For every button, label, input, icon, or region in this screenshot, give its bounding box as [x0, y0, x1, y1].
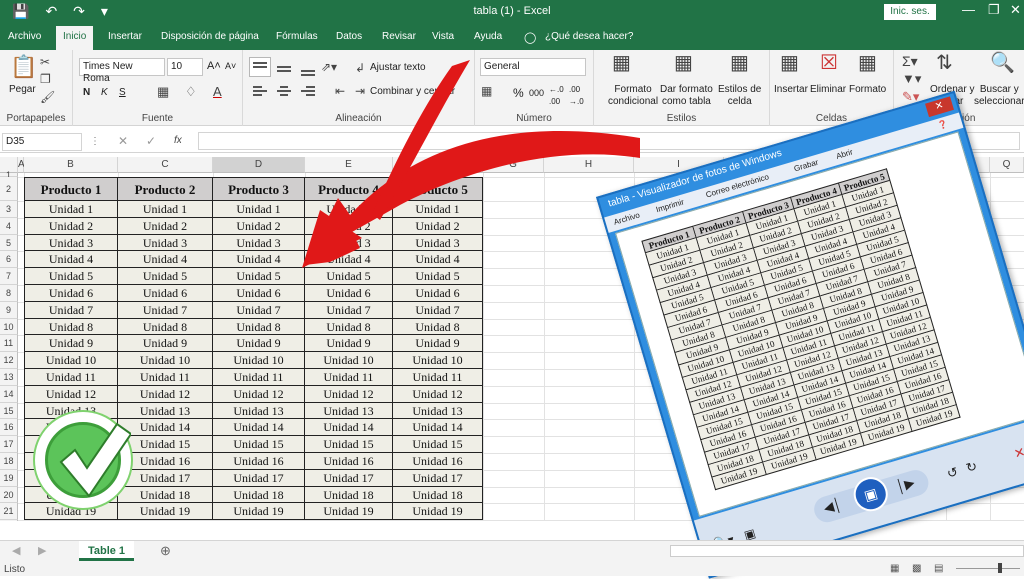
status-bar: ◀ ▶ Table 1 ⊕ Listo ▦ ▩ ▤	[0, 540, 1024, 576]
arrow-shape	[305, 130, 640, 265]
sheet-next-icon[interactable]: ▶	[38, 544, 46, 557]
zoom-slider[interactable]	[956, 568, 1020, 569]
checkmark-icon	[59, 422, 131, 498]
status-text: Listo	[4, 564, 26, 575]
arrow-tail-stroke	[372, 60, 470, 220]
page-layout-icon[interactable]: ▩	[912, 563, 921, 574]
page-break-icon[interactable]: ▤	[934, 563, 943, 574]
rotate-left-icon[interactable]: ↺	[945, 464, 960, 482]
delete-icon[interactable]: ✕	[1012, 444, 1024, 462]
add-sheet-icon[interactable]: ⊕	[160, 543, 171, 559]
zoom-slider-thumb[interactable]	[998, 563, 1002, 573]
green-check-icon	[35, 412, 131, 508]
horizontal-scrollbar[interactable]	[670, 545, 1024, 557]
viewer-menu-archivo[interactable]: Archivo	[613, 211, 641, 227]
rotate-right-icon[interactable]: ↻	[964, 458, 979, 476]
sheet-prev-icon[interactable]: ◀	[12, 544, 20, 557]
normal-view-icon[interactable]: ▦	[890, 563, 899, 574]
viewer-menu-imprimir[interactable]: Imprimir	[655, 197, 685, 214]
sheet-tab-table1[interactable]: Table 1	[79, 541, 134, 561]
viewer-help-icon[interactable]: ❓	[937, 119, 949, 130]
viewer-menu-grabar[interactable]: Grabar	[793, 158, 819, 174]
viewer-menu-abrir[interactable]: Abrir	[835, 147, 854, 160]
